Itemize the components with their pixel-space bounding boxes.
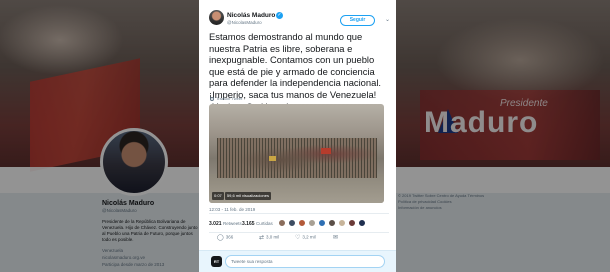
tweet-modal: Nicolás Maduro ✓ @NicolasMaduro Seguir ⌄… (199, 0, 396, 272)
follow-button[interactable]: Seguir (340, 15, 375, 26)
likes-label[interactable]: Curtidas (256, 221, 273, 226)
liker-avatar[interactable] (278, 219, 286, 227)
like-action-count: 3,2 mil (302, 234, 316, 240)
reply-avatar: RT (211, 256, 222, 267)
author-name[interactable]: Nicolás Maduro (227, 12, 275, 19)
tweet-timestamp[interactable]: 12:03 - 11 feb. de 2019 (209, 207, 255, 212)
liker-avatar[interactable] (338, 219, 346, 227)
verified-badge-icon: ✓ (276, 12, 283, 19)
video-crowd (217, 138, 377, 178)
reply-box: RT (199, 250, 396, 272)
retweets-count[interactable]: 3.021 (209, 221, 222, 227)
video-flag (269, 156, 276, 161)
liker-avatar[interactable] (308, 219, 316, 227)
video-flag (321, 148, 331, 154)
tweet-stats: 3.021 Retweets 3.165 Curtidas (209, 213, 389, 233)
envelope-icon: ✉ (333, 235, 339, 241)
reply-action[interactable]: ◯ 366 (217, 234, 233, 241)
liker-avatar[interactable] (358, 219, 366, 227)
video-duration: 0:07 (212, 192, 224, 200)
tweet-video[interactable]: 0:07 59,6 mil visualizaciones (209, 104, 384, 203)
liker-avatar[interactable] (288, 219, 296, 227)
video-info: 0:07 59,6 mil visualizaciones (212, 192, 271, 200)
retweet-action[interactable]: ⇄ 3,0 mil (259, 234, 279, 241)
tweet-header: Nicolás Maduro ✓ @NicolasMaduro Seguir ⌄ (209, 10, 390, 30)
message-action[interactable]: ✉ (333, 234, 340, 241)
liker-avatar[interactable] (348, 219, 356, 227)
tweet-actions: ◯ 366 ⇄ 3,0 mil ♡ 3,2 mil ✉ (209, 233, 389, 243)
retweet-action-count: 3,0 mil (266, 234, 280, 240)
video-views: 59,6 mil visualizaciones (224, 192, 271, 200)
like-action[interactable]: ♡ 3,2 mil (295, 234, 316, 241)
translate-tweet-link[interactable]: Traducir Tweet (210, 96, 242, 101)
heart-icon: ♡ (295, 235, 301, 241)
retweets-label[interactable]: Retweets (223, 221, 242, 226)
retweet-icon: ⇄ (259, 235, 265, 241)
author-avatar[interactable] (209, 10, 224, 25)
liker-avatar[interactable] (318, 219, 326, 227)
reply-icon: ◯ (217, 235, 224, 241)
reply-count: 366 (225, 234, 234, 240)
globe-icon (210, 96, 214, 101)
chevron-down-icon[interactable]: ⌄ (385, 16, 390, 23)
reply-input[interactable] (225, 255, 385, 268)
liker-avatar[interactable] (298, 219, 306, 227)
liker-avatar[interactable] (328, 219, 336, 227)
author-handle[interactable]: @NicolasMaduro (227, 20, 262, 25)
translate-label: Traducir Tweet (216, 96, 243, 101)
likes-count[interactable]: 3.165 (242, 221, 255, 227)
